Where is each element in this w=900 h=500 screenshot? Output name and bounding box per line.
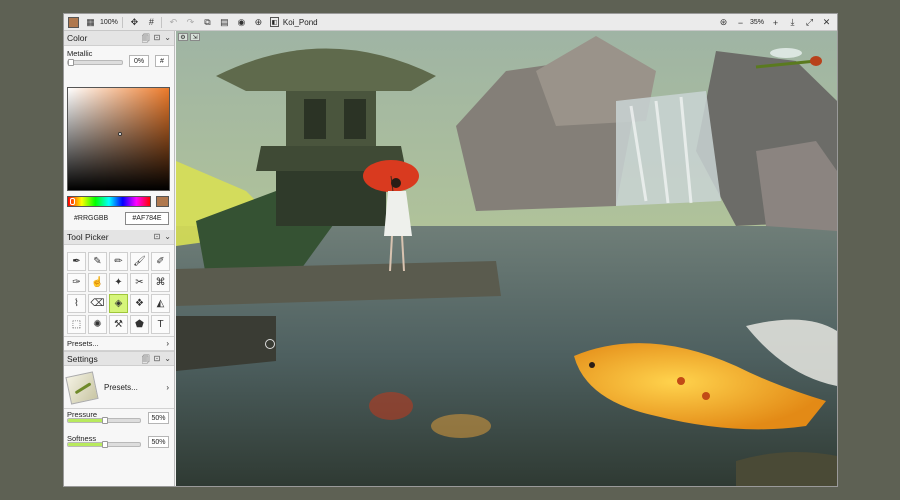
transform-icon[interactable]: # (144, 15, 159, 30)
paintbrush-icon[interactable]: ⚒ (109, 315, 128, 334)
trace-icon[interactable]: ◉ (234, 15, 249, 30)
chevron-right-icon: › (166, 339, 169, 348)
chevron-down-icon[interactable]: ⌄ (164, 354, 171, 368)
canvas-expand-icon[interactable]: ⇲ (190, 33, 200, 41)
toolbar-divider (160, 16, 162, 28)
top-toolbar: ▦ 100% ✥ # ↶ ↷ ⧉ ▤ ◉ ⊕ ◧ Koi_Pond ⊛ − 35… (64, 14, 837, 31)
document-icon: ◧ (269, 17, 279, 27)
metallic-slider[interactable] (67, 59, 123, 66)
picker-cursor[interactable] (118, 132, 122, 136)
pressure-slider-handle[interactable] (102, 417, 108, 424)
spray-icon[interactable]: ✺ (88, 315, 107, 334)
toolbar-divider (121, 16, 123, 28)
shape-icon[interactable]: ⬟ (130, 315, 149, 334)
metallic-row: 0% # (64, 55, 174, 72)
color-swatch-button[interactable] (66, 15, 81, 30)
zoom-in-icon[interactable]: + (768, 15, 783, 30)
color-panel-title: Color (67, 33, 88, 43)
file-name: Koi_Pond (282, 17, 318, 27)
color-panel-header[interactable]: Color 🗐 ⊡ ⌄ (64, 31, 174, 46)
softness-slider-handle[interactable] (102, 441, 108, 448)
hex-input[interactable]: #AF784E (125, 212, 169, 225)
canvas-mini-controls: ⚙ ⇲ (178, 33, 200, 41)
chevron-down-icon[interactable]: ⌄ (164, 33, 171, 47)
hex-format-label: #RRGGBB (74, 215, 109, 222)
knife-icon[interactable]: ✂ (130, 273, 149, 292)
selection-icon[interactable]: ⬚ (67, 315, 86, 334)
close-icon[interactable]: ✕ (819, 15, 834, 30)
chevron-down-icon[interactable]: ⌄ (164, 232, 171, 241)
color-picker-square[interactable] (67, 87, 170, 191)
pressure-slider[interactable] (67, 417, 141, 424)
smudge-icon[interactable]: ☝ (88, 273, 107, 292)
softness-slider-fill (68, 443, 104, 446)
actual-size-zoom[interactable]: 100% (98, 19, 120, 26)
canvas-artwork (176, 31, 837, 486)
clipboard-icon[interactable]: 🗐 (142, 33, 150, 47)
fill-icon[interactable]: ◈ (109, 294, 128, 313)
bristle-brush-icon[interactable]: ⌘ (151, 273, 170, 292)
file-tab[interactable]: ◧ Koi_Pond (269, 17, 318, 27)
airbrush-icon[interactable]: ✐ (151, 252, 170, 271)
brush-preset-selector[interactable]: Presets... › (64, 367, 174, 409)
eraser-icon[interactable]: ⌫ (88, 294, 107, 313)
chevron-right-icon: › (166, 383, 169, 392)
open-icon[interactable]: ⧉ (200, 15, 215, 30)
canvas-pin-icon[interactable]: ⚙ (178, 33, 188, 41)
zoom-out-icon[interactable]: − (733, 15, 748, 30)
symmetry-icon[interactable]: ⊛ (716, 15, 731, 30)
panel-options-icon[interactable]: ⊡ (154, 33, 161, 47)
dropper-icon[interactable]: ⌇ (67, 294, 86, 313)
metallic-slider-handle[interactable] (68, 59, 74, 66)
gradient-icon[interactable]: ◭ (151, 294, 170, 313)
blender-icon[interactable]: ✦ (109, 273, 128, 292)
marker-icon[interactable]: ✎ (88, 252, 107, 271)
move-icon[interactable]: ✥ (127, 15, 142, 30)
brush-cursor (265, 339, 275, 349)
drawing-canvas[interactable]: ⚙ ⇲ (176, 31, 837, 486)
app-window: ▦ 100% ✥ # ↶ ↷ ⧉ ▤ ◉ ⊕ ◧ Koi_Pond ⊛ − 35… (63, 13, 838, 487)
layers-icon[interactable]: ▤ (217, 15, 232, 30)
tool-grid: ✒ ✎ ✏ 🖌 ✐ ✑ ☝ ✦ ✂ ⌘ ⌇ ⌫ ◈ ❖ ◭ ⬚ ✺ ⚒ ⬟ T (67, 252, 170, 334)
tool-picker-header[interactable]: Tool Picker ⊡ ⌄ (64, 230, 174, 245)
settings-panel-header[interactable]: Settings 🗐 ⊡ ⌄ (64, 351, 174, 366)
hue-slider-handle[interactable] (70, 198, 75, 205)
brush-icon[interactable]: 🖌 (130, 252, 149, 271)
fullscreen-icon[interactable]: ⤢ (802, 15, 817, 30)
metallic-value[interactable]: 0% (129, 55, 149, 67)
tool-presets-row[interactable]: Presets... › (64, 336, 174, 351)
left-panel: Color 🗐 ⊡ ⌄ Metallic 0% # #RRGGBB #AF784… (64, 31, 175, 486)
clipboard-icon[interactable]: 🗐 (142, 354, 150, 368)
pen-icon[interactable]: ✒ (67, 252, 86, 271)
current-color-swatch[interactable] (156, 196, 169, 207)
hue-slider[interactable] (67, 196, 151, 207)
text-icon[interactable]: T (151, 315, 170, 334)
color-swatch-icon (68, 16, 79, 28)
ink-pen-icon[interactable]: ✑ (67, 273, 86, 292)
undo-icon[interactable]: ↶ (166, 15, 181, 30)
settings-panel-title: Settings (67, 353, 98, 364)
brush-preset-label: Presets... (104, 383, 138, 392)
tool-presets-label: Presets... (67, 339, 99, 348)
blur-icon[interactable]: ❖ (130, 294, 149, 313)
tool-picker-title: Tool Picker (67, 232, 109, 242)
softness-value[interactable]: 50% (148, 436, 169, 448)
hex-toggle-button[interactable]: # (155, 55, 169, 67)
panel-options-icon[interactable]: ⊡ (154, 232, 161, 241)
grid-icon[interactable]: ▦ (83, 15, 98, 30)
download-icon[interactable]: ⤓ (785, 15, 800, 30)
redo-icon[interactable]: ↷ (183, 15, 198, 30)
softness-slider[interactable] (67, 441, 141, 448)
view-zoom-level: 35% (749, 19, 764, 26)
reference-icon[interactable]: ⊕ (251, 15, 266, 30)
toolbar-right: ⊛ − 35% + ⤓ ⤢ ✕ (714, 14, 834, 31)
brush-preview-thumbnail (65, 370, 99, 405)
pressure-slider-fill (68, 419, 104, 422)
pressure-value[interactable]: 50% (148, 412, 169, 424)
panel-options-icon[interactable]: ⊡ (154, 354, 161, 368)
pencil-icon[interactable]: ✏ (109, 252, 128, 271)
